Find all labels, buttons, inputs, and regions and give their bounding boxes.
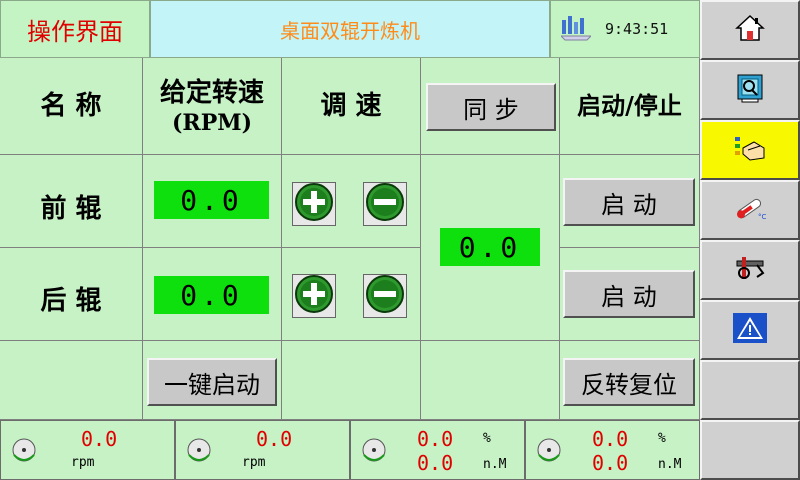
sync-speed-value[interactable]: 0.0 [440,228,540,266]
tools-icon [733,255,767,285]
footer-front-load-percent: 0.0 [417,427,454,451]
footer-rear-torque-value: 0.0 [592,451,629,475]
one-key-start-button[interactable]: 一键启动 [147,358,277,406]
rotation-icon [361,437,386,462]
home-icon [735,14,765,46]
plus-icon [294,182,334,226]
tools-button[interactable] [700,240,800,300]
column-start-stop-header: 启动/停止 [577,91,682,120]
minus-icon [365,274,405,318]
rear-roll-speed-value[interactable]: 0.0 [154,276,269,314]
thermometer-icon: °C [733,195,767,225]
column-adjust-header: 调 速 [320,91,382,121]
status-area: 9:43:51 [550,0,700,58]
column-speed-header: 给定转速 [159,78,264,108]
column-speed-unit: (RPM) [172,110,252,136]
monitor-icon [736,73,764,107]
rotation-icon [11,437,36,462]
front-roll-speed-value[interactable]: 0.0 [154,181,269,219]
minus-icon [365,182,405,226]
front-roll-label: 前 辊 [40,194,102,224]
svg-text:°C: °C [758,213,767,221]
machine-title: 桌面双辊开炼机 [150,0,550,58]
sidebar-empty-button[interactable] [700,360,800,420]
network-status-icon [559,12,593,46]
rotation-icon [536,437,561,462]
control-table: 名 称 给定转速 (RPM) 调 速 同 步 启动/停止 前 辊 0.0 启 动… [0,58,700,420]
screen-title: 操作界面 [0,0,150,58]
footer-front-speed-unit: rpm [71,455,95,470]
rear-roll-label: 后 辊 [40,286,102,316]
footer-rear-torque: 0.0 % 0.0 n.M [525,420,700,480]
warning-icon [733,313,767,347]
footer-rear-torque-unit: n.M [658,457,682,472]
reverse-reset-button[interactable]: 反转复位 [563,358,695,406]
rear-decrease-button[interactable] [363,274,407,318]
alarm-button[interactable] [700,300,800,360]
rotation-icon [186,437,211,462]
footer-front-torque: 0.0 % 0.0 n.M [350,420,525,480]
home-button[interactable] [700,0,800,60]
monitor-button[interactable] [700,60,800,120]
footer-rear-speed-unit: rpm [242,455,266,470]
sidebar-empty-button-2[interactable] [700,420,800,480]
footer-front-torque-value: 0.0 [417,451,454,475]
footer-rear-load-percent: 0.0 [592,427,629,451]
operation-button-active[interactable] [700,120,800,180]
front-decrease-button[interactable] [363,182,407,226]
footer-front-speed: 0.0 rpm [0,420,175,480]
plus-icon [294,274,334,318]
sync-button[interactable]: 同 步 [426,83,556,131]
footer-front-torque-unit: n.M [483,457,507,472]
hand-pointer-icon [734,134,766,166]
footer-front-load-unit: % [483,431,491,446]
footer-front-speed-value: 0.0 [81,427,118,451]
footer-rear-speed: 0.0 rpm [175,420,350,480]
footer-rear-speed-value: 0.0 [256,427,293,451]
column-name-header: 名 称 [40,91,102,121]
footer-rear-load-unit: % [658,431,666,446]
rear-increase-button[interactable] [292,274,336,318]
clock: 9:43:51 [605,20,669,38]
front-increase-button[interactable] [292,182,336,226]
rear-start-button[interactable]: 启 动 [563,270,695,318]
front-start-button[interactable]: 启 动 [563,178,695,226]
temperature-button[interactable]: °C [700,180,800,240]
